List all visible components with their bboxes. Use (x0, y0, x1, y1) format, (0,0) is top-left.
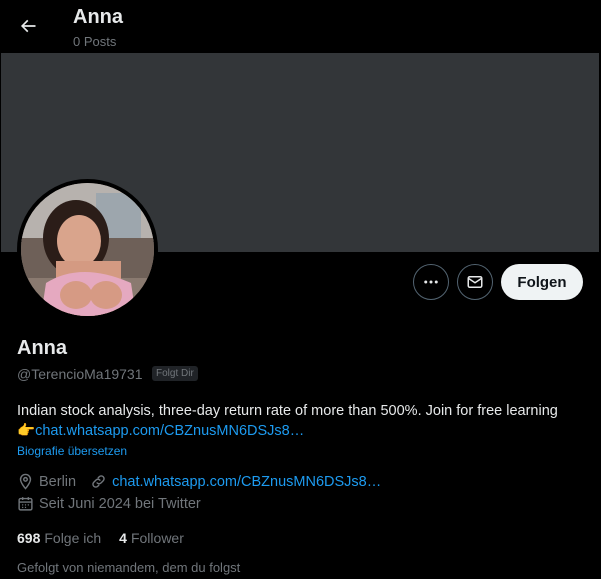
following-count: 698 (17, 530, 41, 546)
back-button[interactable] (12, 10, 44, 42)
profile-bio: Indian stock analysis, three-day return … (17, 401, 577, 441)
followers-stat[interactable]: 4 Follower (119, 530, 184, 546)
avatar[interactable] (17, 179, 158, 320)
followers-count: 4 (119, 530, 127, 546)
profile-name: Anna (17, 337, 67, 359)
envelope-icon (467, 276, 483, 288)
following-label: Folge ich (44, 530, 102, 546)
top-bar: Anna 0 Posts (0, 0, 601, 53)
more-icon (424, 280, 438, 284)
join-date-row: Seit Juni 2024 bei Twitter (17, 495, 201, 512)
bio-link[interactable]: chat.whatsapp.com/CBZnusMN6DSJs8… (35, 423, 304, 439)
translate-bio-link[interactable]: Biografie übersetzen (17, 444, 127, 458)
follow-stats: 698 Folge ich 4 Follower (17, 530, 202, 546)
follow-button[interactable]: Folgen (501, 264, 583, 300)
calendar-icon (18, 497, 33, 511)
more-options-button[interactable] (413, 264, 449, 300)
message-button[interactable] (457, 264, 493, 300)
link-icon (92, 475, 105, 488)
arrow-left-icon (20, 19, 36, 33)
profile-handle: @TerencioMa19731 (17, 366, 143, 382)
header-title: Anna (73, 6, 123, 28)
location-text: Berlin (39, 473, 77, 490)
website-item: chat.whatsapp.com/CBZnusMN6DSJs8… (90, 473, 381, 490)
location-item: Berlin (17, 473, 76, 490)
bio-text: Indian stock analysis, three-day return … (17, 403, 558, 419)
website-link[interactable]: chat.whatsapp.com/CBZnusMN6DSJs8… (112, 474, 381, 490)
pointing-hand-emoji: 👉 (17, 423, 36, 439)
profile-meta: Berlin chat.whatsapp.com/CBZnusMN6DSJs8… (17, 473, 395, 490)
follows-you-badge: Folgt Dir (152, 366, 198, 381)
followed-by-text: Gefolgt von niemandem, dem du folgst (17, 560, 241, 575)
post-count: 0 Posts (73, 34, 117, 49)
following-stat[interactable]: 698 Folge ich (17, 530, 101, 546)
followers-label: Follower (130, 530, 184, 546)
join-date: Seit Juni 2024 bei Twitter (39, 495, 201, 512)
location-pin-icon (19, 473, 32, 490)
